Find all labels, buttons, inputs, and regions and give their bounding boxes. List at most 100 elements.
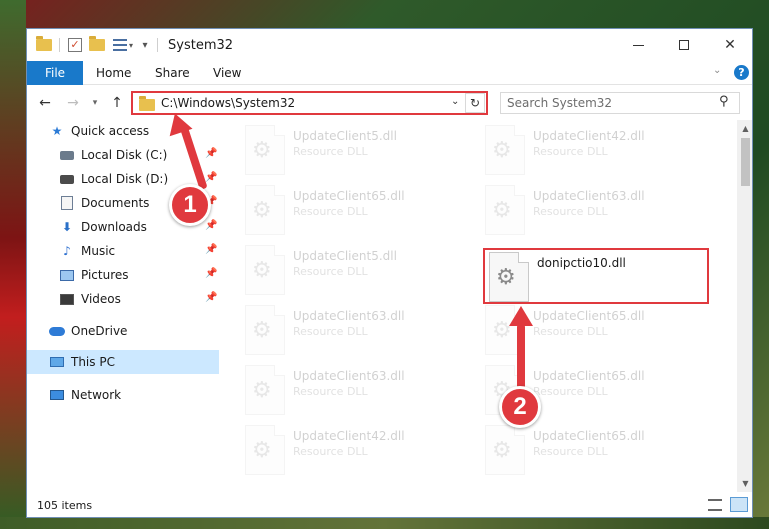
- forward-button[interactable]: →: [63, 93, 83, 113]
- expand-ribbon-icon[interactable]: ⌄: [713, 65, 721, 76]
- file-item[interactable]: ⚙ UpdateClient63.dll Resource DLL: [245, 305, 475, 361]
- dll-file-icon: ⚙: [245, 245, 285, 295]
- refresh-button[interactable]: ↻: [465, 93, 485, 113]
- tab-file[interactable]: File: [27, 61, 83, 85]
- file-list: ⚙ UpdateClient5.dll Resource DLL ⚙ Updat…: [223, 120, 737, 492]
- nav-item-label: Pictures: [81, 268, 129, 282]
- nav-item-label: OneDrive: [71, 324, 128, 338]
- file-name: UpdateClient63.dll: [293, 369, 405, 383]
- nav-item-videos[interactable]: Videos: [59, 288, 121, 310]
- nav-item-quick-access[interactable]: ★ Quick access: [49, 120, 150, 142]
- address-path[interactable]: C:\Windows\System32: [161, 96, 295, 110]
- properties-icon[interactable]: ✓: [66, 36, 84, 54]
- nav-item-this-pc[interactable]: This PC: [49, 351, 115, 373]
- minimize-icon: [632, 44, 644, 46]
- nav-item-documents[interactable]: Documents: [59, 192, 149, 214]
- close-button[interactable]: ✕: [707, 29, 752, 61]
- nav-item-pictures[interactable]: Pictures: [59, 264, 129, 286]
- file-item[interactable]: ⚙ UpdateClient65.dll Resource DLL: [245, 185, 475, 241]
- back-button[interactable]: ←: [35, 93, 55, 113]
- maximize-icon: [679, 40, 689, 50]
- details-view-icon[interactable]: [708, 499, 722, 511]
- drive-icon: [59, 171, 75, 187]
- file-item[interactable]: ⚙ UpdateClient63.dll Resource DLL: [485, 185, 715, 241]
- file-item[interactable]: ⚙ UpdateClient5.dll Resource DLL: [245, 245, 475, 301]
- file-item[interactable]: ⚙ UpdateClient42.dll Resource DLL: [245, 425, 475, 481]
- onedrive-icon: [49, 323, 65, 339]
- file-name: UpdateClient65.dll: [293, 189, 405, 203]
- nav-item-label: Network: [71, 388, 122, 402]
- pin-icon[interactable]: 📌: [205, 172, 217, 183]
- nav-item-network[interactable]: Network: [49, 384, 121, 406]
- pin-icon[interactable]: 📌: [205, 148, 217, 159]
- nav-item-onedrive[interactable]: OneDrive: [49, 320, 127, 342]
- file-name: UpdateClient5.dll: [293, 249, 397, 263]
- customize-toolbar-icon[interactable]: ▾: [139, 36, 151, 54]
- maximize-button[interactable]: [661, 29, 707, 61]
- file-type: Resource DLL: [533, 385, 608, 398]
- recent-locations-button[interactable]: ▾: [89, 93, 101, 113]
- scroll-down-icon[interactable]: ▼: [737, 475, 752, 492]
- file-name: UpdateClient42.dll: [533, 129, 645, 143]
- new-folder-icon[interactable]: [88, 36, 106, 54]
- tab-home[interactable]: Home: [96, 61, 131, 85]
- scrollbar-thumb[interactable]: [741, 138, 750, 186]
- file-name: UpdateClient63.dll: [293, 309, 405, 323]
- file-name: UpdateClient65.dll: [533, 369, 645, 383]
- file-type: Resource DLL: [293, 145, 368, 158]
- file-item[interactable]: ⚙ UpdateClient65.dll Resource DLL: [485, 425, 715, 481]
- scroll-up-icon[interactable]: ▲: [737, 120, 752, 137]
- dll-file-icon: ⚙: [245, 365, 285, 415]
- annotation-arrow-2-head: [509, 306, 533, 326]
- network-icon: [49, 387, 65, 403]
- minimize-button[interactable]: [615, 29, 661, 61]
- refresh-icon: ↻: [469, 96, 481, 110]
- nav-item-music[interactable]: ♪ Music: [59, 240, 115, 262]
- large-icons-view-icon[interactable]: [730, 497, 748, 512]
- window-title: System32: [168, 38, 234, 53]
- music-icon: ♪: [63, 244, 71, 258]
- videos-icon: [59, 291, 75, 307]
- pin-icon[interactable]: 📌: [205, 244, 217, 255]
- file-item-donipctio10[interactable]: ⚙ donipctio10.dll: [489, 252, 719, 308]
- file-type: Resource DLL: [533, 445, 608, 458]
- file-item[interactable]: ⚙ UpdateClient63.dll Resource DLL: [245, 365, 475, 421]
- pin-icon[interactable]: 📌: [205, 220, 217, 231]
- documents-icon: [59, 195, 75, 211]
- file-item[interactable]: ⚙ UpdateClient5.dll Resource DLL: [245, 125, 475, 181]
- file-item[interactable]: ⚙ UpdateClient42.dll Resource DLL: [485, 125, 715, 181]
- explorer-window: ✓ ▾ ▾ System32 ✕ File Home Share View ⌄ …: [26, 28, 753, 518]
- file-name: UpdateClient42.dll: [293, 429, 405, 443]
- file-type: Resource DLL: [293, 205, 368, 218]
- nav-item-downloads[interactable]: ⬇ Downloads: [59, 216, 147, 238]
- tab-view[interactable]: View: [213, 61, 241, 85]
- this-pc-icon: [49, 354, 65, 370]
- nav-item-label: Downloads: [81, 220, 147, 234]
- search-icon[interactable]: ⚲: [719, 94, 729, 109]
- forward-arrow-icon: →: [67, 95, 79, 111]
- dll-file-icon: ⚙: [489, 252, 529, 302]
- file-type: Resource DLL: [293, 265, 368, 278]
- address-dropdown-icon[interactable]: ⌄: [451, 96, 459, 107]
- navigation-pane: ★ Quick access Local Disk (C:) 📌 Local D…: [27, 120, 219, 492]
- dll-file-icon: ⚙: [245, 305, 285, 355]
- nav-item-label: This PC: [71, 355, 115, 369]
- file-type: Resource DLL: [293, 325, 368, 338]
- annotation-badge-1: 1: [169, 184, 211, 226]
- close-icon: ✕: [724, 37, 736, 53]
- nav-item-local-disk-c[interactable]: Local Disk (C:): [59, 144, 167, 166]
- dll-file-icon: ⚙: [245, 125, 285, 175]
- file-type: Resource DLL: [293, 385, 368, 398]
- tab-share[interactable]: Share: [155, 61, 190, 85]
- nav-item-local-disk-d[interactable]: Local Disk (D:): [59, 168, 168, 190]
- view-options-icon[interactable]: ▾: [110, 36, 136, 54]
- pin-icon[interactable]: 📌: [205, 292, 217, 303]
- vertical-scrollbar[interactable]: ▲ ▼: [737, 120, 752, 492]
- help-icon[interactable]: ?: [734, 65, 749, 80]
- pin-icon[interactable]: 📌: [205, 268, 217, 279]
- dll-file-icon: ⚙: [485, 425, 525, 475]
- up-button[interactable]: ↑: [107, 93, 127, 113]
- file-type: Resource DLL: [533, 205, 608, 218]
- search-input[interactable]: [502, 94, 712, 112]
- search-box[interactable]: ⚲: [500, 92, 740, 114]
